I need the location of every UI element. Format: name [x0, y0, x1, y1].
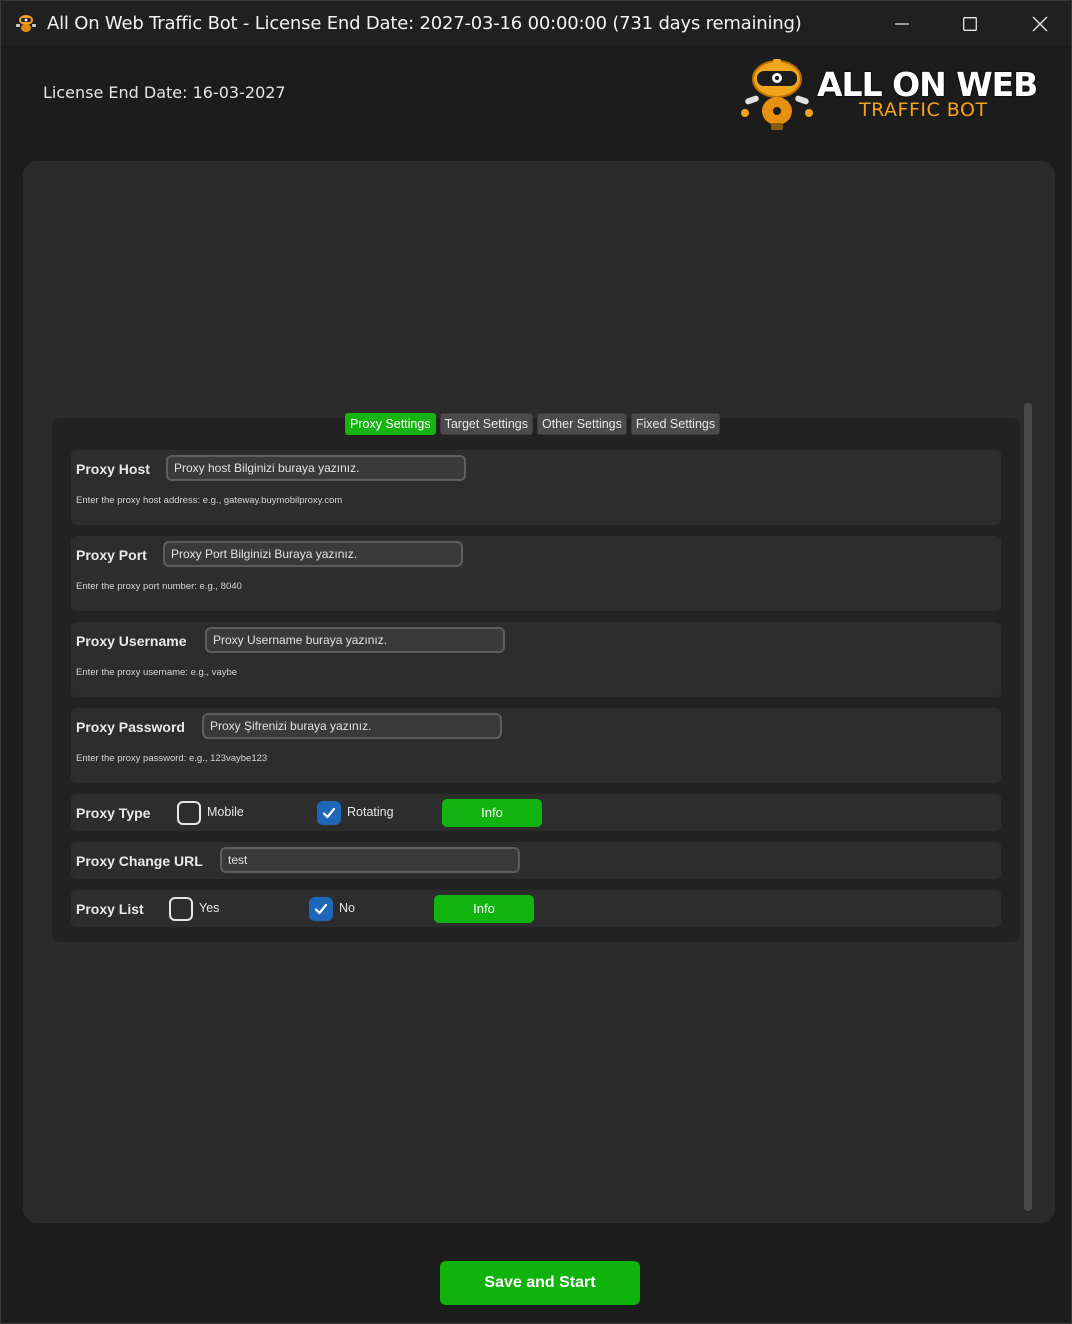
proxy-host-row: Proxy Host Proxy host Bilginizi buraya y… — [71, 450, 1001, 525]
proxy-type-rotating-checkbox[interactable] — [317, 801, 341, 825]
maximize-button[interactable] — [935, 1, 1005, 46]
proxy-port-input[interactable]: Proxy Port Bilginizi Buraya yazınız. — [163, 541, 463, 567]
close-icon — [1032, 16, 1048, 31]
app-window: All On Web Traffic Bot - License End Dat… — [0, 0, 1072, 1324]
proxy-change-url-input[interactable]: test — [220, 847, 520, 873]
proxy-list-no-label: No — [339, 901, 355, 915]
proxy-password-row: Proxy Password Proxy Şifrenizi buraya ya… — [71, 708, 1001, 783]
proxy-type-mobile-checkbox[interactable] — [177, 801, 201, 825]
logo-subtitle: TRAFFIC BOT — [859, 99, 988, 121]
proxy-port-hint: Enter the proxy port number: e.g., 8040 — [76, 581, 242, 592]
minimize-icon — [895, 22, 909, 25]
title-bar[interactable]: All On Web Traffic Bot - License End Dat… — [1, 1, 1071, 46]
proxy-port-label: Proxy Port — [76, 547, 147, 563]
checkmark-icon — [322, 807, 336, 819]
proxy-list-row: Proxy List Yes No Info — [71, 890, 1001, 927]
vertical-scrollbar[interactable] — [1024, 403, 1032, 1211]
proxy-password-label: Proxy Password — [76, 719, 185, 735]
proxy-type-info-button[interactable]: Info — [442, 799, 542, 827]
checkmark-icon — [314, 903, 328, 915]
proxy-list-yes-label: Yes — [199, 901, 220, 915]
robot-mascot-icon — [741, 59, 813, 130]
tab-fixed-settings[interactable]: Fixed Settings — [630, 413, 721, 435]
proxy-change-url-row: Proxy Change URL test — [71, 842, 1001, 879]
tab-proxy-settings[interactable]: Proxy Settings — [345, 413, 436, 435]
proxy-list-no-checkbox[interactable] — [309, 897, 333, 921]
proxy-port-row: Proxy Port Proxy Port Bilginizi Buraya y… — [71, 536, 1001, 611]
proxy-list-yes-checkbox[interactable] — [169, 897, 193, 921]
proxy-host-label: Proxy Host — [76, 461, 150, 477]
minimize-button[interactable] — [867, 1, 937, 46]
proxy-host-hint: Enter the proxy host address: e.g., gate… — [76, 495, 343, 506]
proxy-username-input[interactable]: Proxy Username buraya yazınız. — [205, 627, 505, 653]
settings-tabs: Proxy Settings Target Settings Other Set… — [345, 413, 724, 435]
close-button[interactable] — [1005, 1, 1072, 46]
proxy-type-label: Proxy Type — [76, 805, 151, 821]
app-logo: ALL ON WEB TRAFFIC BOT — [739, 57, 1039, 131]
proxy-list-label: Proxy List — [76, 901, 144, 917]
proxy-password-hint: Enter the proxy password: e.g., 123vaybe… — [76, 753, 268, 764]
proxy-username-hint: Enter the proxy username: e.g., vaybe — [76, 667, 238, 678]
proxy-password-input[interactable]: Proxy Şifrenizi buraya yazınız. — [202, 713, 502, 739]
maximize-icon — [963, 16, 977, 31]
tab-other-settings[interactable]: Other Settings — [536, 413, 627, 435]
license-end-date-label: License End Date: 16-03-2027 — [43, 83, 286, 102]
save-and-start-button[interactable]: Save and Start — [440, 1261, 640, 1305]
proxy-list-info-button[interactable]: Info — [434, 895, 534, 923]
proxy-type-rotating-label: Rotating — [347, 805, 394, 819]
proxy-type-row: Proxy Type Mobile Rotating Info — [71, 794, 1001, 831]
proxy-change-url-label: Proxy Change URL — [76, 853, 203, 869]
proxy-username-row: Proxy Username Proxy Username buraya yaz… — [71, 622, 1001, 697]
proxy-username-label: Proxy Username — [76, 633, 187, 649]
window-title: All On Web Traffic Bot - License End Dat… — [47, 13, 802, 34]
robot-icon — [16, 15, 36, 32]
proxy-host-input[interactable]: Proxy host Bilginizi buraya yazınız. — [166, 455, 466, 481]
tab-target-settings[interactable]: Target Settings — [439, 413, 533, 435]
proxy-type-mobile-label: Mobile — [207, 805, 244, 819]
